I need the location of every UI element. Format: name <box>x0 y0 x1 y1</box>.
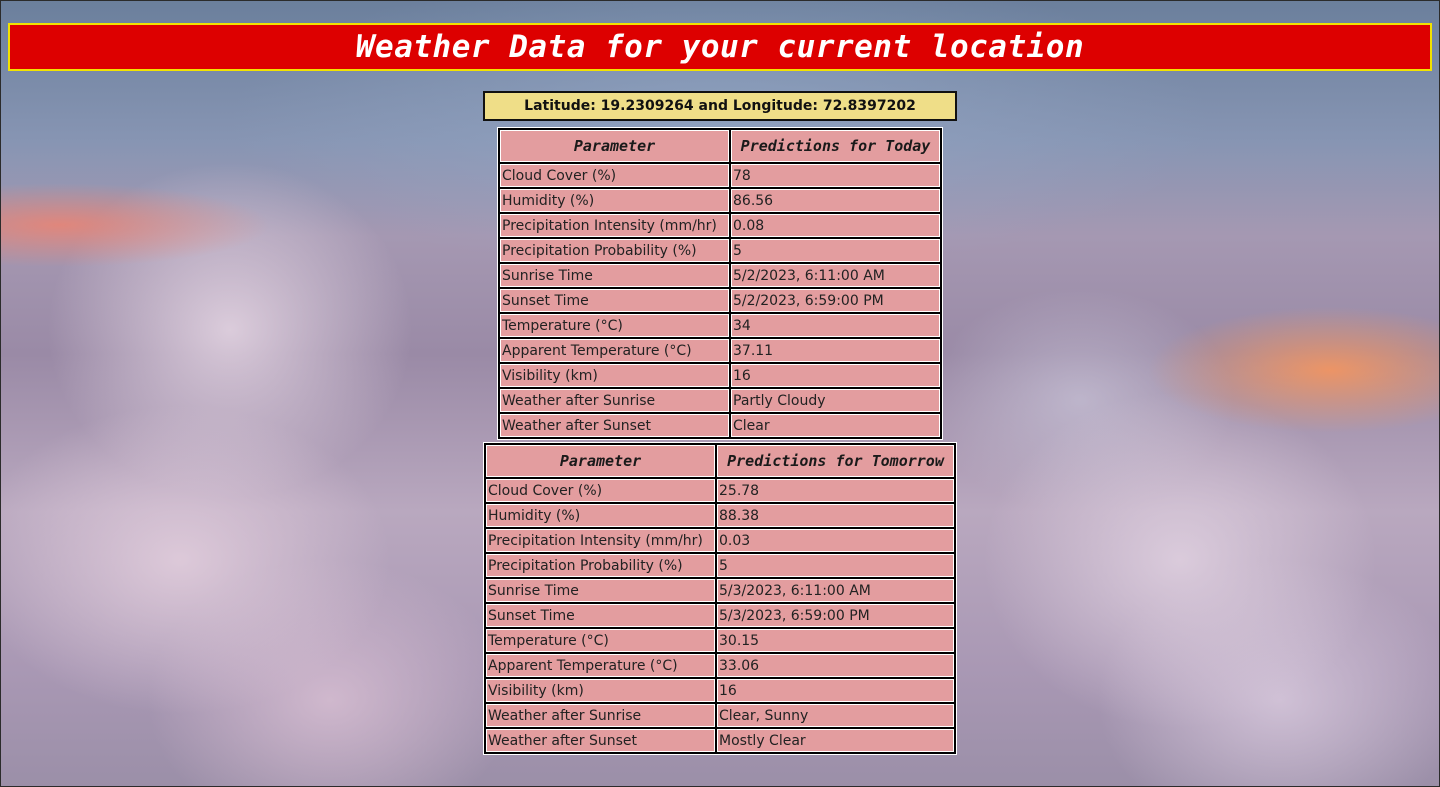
value-cell: 37.11 <box>731 339 940 362</box>
table-row: Apparent Temperature (°C) 33.06 <box>486 654 954 677</box>
column-header-parameter: Parameter <box>486 445 715 477</box>
value-cell: 16 <box>731 364 940 387</box>
value-cell: 5/3/2023, 6:59:00 PM <box>717 604 954 627</box>
value-cell: 5/2/2023, 6:11:00 AM <box>731 264 940 287</box>
parameter-cell: Precipitation Probability (%) <box>486 554 715 577</box>
value-cell: 5 <box>717 554 954 577</box>
parameter-cell: Apparent Temperature (°C) <box>500 339 729 362</box>
table-row: Weather after Sunset Mostly Clear <box>486 729 954 752</box>
parameter-cell: Weather after Sunrise <box>500 389 729 412</box>
value-cell: 25.78 <box>717 479 954 502</box>
page-header: Weather Data for your current location <box>8 23 1432 71</box>
parameter-cell: Temperature (°C) <box>486 629 715 652</box>
parameter-cell: Temperature (°C) <box>500 314 729 337</box>
table-row: Visibility (km) 16 <box>486 679 954 702</box>
parameter-cell: Precipitation Probability (%) <box>500 239 729 262</box>
column-header-parameter: Parameter <box>500 130 729 162</box>
table-row: Sunset Time 5/3/2023, 6:59:00 PM <box>486 604 954 627</box>
table-row: Sunrise Time 5/3/2023, 6:11:00 AM <box>486 579 954 602</box>
column-header-predictions-tomorrow: Predictions for Tomorrow <box>717 445 954 477</box>
table-row: Precipitation Probability (%) 5 <box>500 239 940 262</box>
parameter-cell: Visibility (km) <box>500 364 729 387</box>
parameter-cell: Apparent Temperature (°C) <box>486 654 715 677</box>
value-cell: Clear <box>731 414 940 437</box>
table-row: Cloud Cover (%) 78 <box>500 164 940 187</box>
table-row: Weather after Sunset Clear <box>500 414 940 437</box>
table-row: Sunset Time 5/2/2023, 6:59:00 PM <box>500 289 940 312</box>
parameter-cell: Humidity (%) <box>486 504 715 527</box>
coordinates-banner: Latitude: 19.2309264 and Longitude: 72.8… <box>483 91 957 121</box>
parameter-cell: Weather after Sunset <box>486 729 715 752</box>
parameter-cell: Cloud Cover (%) <box>500 164 729 187</box>
value-cell: 78 <box>731 164 940 187</box>
value-cell: Mostly Clear <box>717 729 954 752</box>
parameter-cell: Cloud Cover (%) <box>486 479 715 502</box>
parameter-cell: Humidity (%) <box>500 189 729 212</box>
column-header-predictions-today: Predictions for Today <box>731 130 940 162</box>
table-row: Precipitation Probability (%) 5 <box>486 554 954 577</box>
value-cell: 30.15 <box>717 629 954 652</box>
value-cell: 34 <box>731 314 940 337</box>
parameter-cell: Precipitation Intensity (mm/hr) <box>486 529 715 552</box>
table-row: Humidity (%) 86.56 <box>500 189 940 212</box>
value-cell: 0.03 <box>717 529 954 552</box>
value-cell: 5/2/2023, 6:59:00 PM <box>731 289 940 312</box>
table-row: Apparent Temperature (°C) 37.11 <box>500 339 940 362</box>
today-forecast-table: Parameter Predictions for Today Cloud Co… <box>497 127 943 440</box>
value-cell: 16 <box>717 679 954 702</box>
parameter-cell: Sunrise Time <box>486 579 715 602</box>
parameter-cell: Sunrise Time <box>500 264 729 287</box>
parameter-cell: Visibility (km) <box>486 679 715 702</box>
value-cell: Clear, Sunny <box>717 704 954 727</box>
value-cell: 86.56 <box>731 189 940 212</box>
table-row: Weather after Sunrise Clear, Sunny <box>486 704 954 727</box>
table-row: Cloud Cover (%) 25.78 <box>486 479 954 502</box>
table-header-row: Parameter Predictions for Tomorrow <box>486 445 954 477</box>
value-cell: 88.38 <box>717 504 954 527</box>
parameter-cell: Weather after Sunset <box>500 414 729 437</box>
table-row: Precipitation Intensity (mm/hr) 0.03 <box>486 529 954 552</box>
value-cell: 5 <box>731 239 940 262</box>
table-row: Precipitation Intensity (mm/hr) 0.08 <box>500 214 940 237</box>
value-cell: 5/3/2023, 6:11:00 AM <box>717 579 954 602</box>
table-row: Temperature (°C) 30.15 <box>486 629 954 652</box>
parameter-cell: Sunset Time <box>486 604 715 627</box>
value-cell: 0.08 <box>731 214 940 237</box>
table-row: Sunrise Time 5/2/2023, 6:11:00 AM <box>500 264 940 287</box>
table-row: Visibility (km) 16 <box>500 364 940 387</box>
page-title: Weather Data for your current location <box>355 29 1085 65</box>
parameter-cell: Sunset Time <box>500 289 729 312</box>
tomorrow-forecast-table: Parameter Predictions for Tomorrow Cloud… <box>483 442 957 755</box>
table-row: Temperature (°C) 34 <box>500 314 940 337</box>
parameter-cell: Precipitation Intensity (mm/hr) <box>500 214 729 237</box>
table-row: Weather after Sunrise Partly Cloudy <box>500 389 940 412</box>
table-row: Humidity (%) 88.38 <box>486 504 954 527</box>
value-cell: 33.06 <box>717 654 954 677</box>
parameter-cell: Weather after Sunrise <box>486 704 715 727</box>
value-cell: Partly Cloudy <box>731 389 940 412</box>
table-header-row: Parameter Predictions for Today <box>500 130 940 162</box>
